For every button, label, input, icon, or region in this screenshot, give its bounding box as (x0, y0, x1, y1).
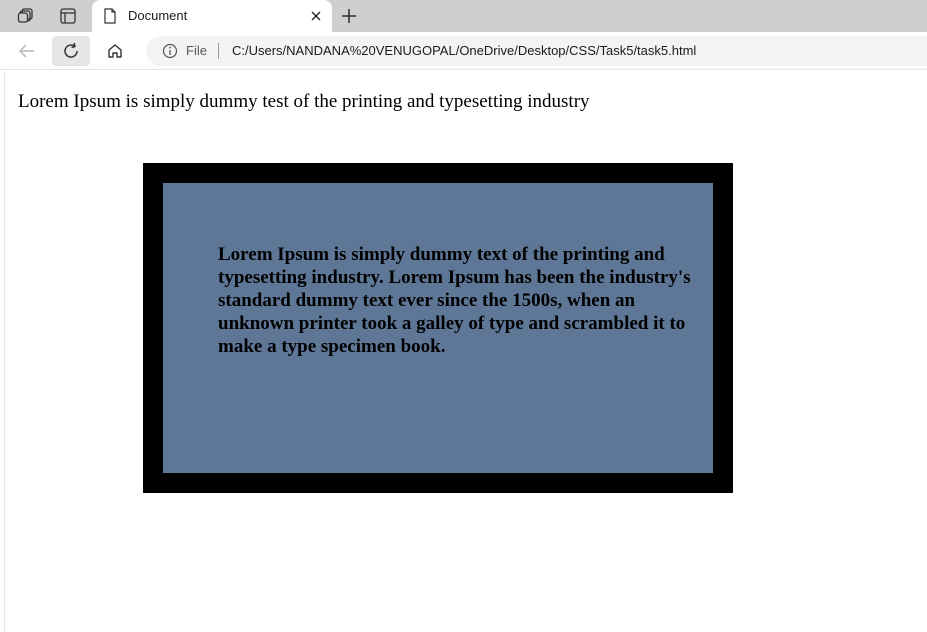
refresh-button[interactable] (52, 36, 90, 66)
info-icon[interactable] (162, 43, 178, 59)
tab-document[interactable]: Document (92, 0, 332, 32)
scheme-label: File (186, 43, 207, 58)
tab-title: Document (128, 8, 188, 23)
plus-icon (341, 8, 357, 24)
box-inner: Lorem Ipsum is simply dummy text of the … (163, 183, 713, 473)
url-text[interactable]: C:/Users/NANDANA%20VENUGOPAL/OneDrive/De… (232, 43, 696, 58)
tab-actions-icon (59, 7, 77, 25)
back-arrow-icon (18, 43, 36, 59)
refresh-icon (62, 42, 80, 60)
address-bar[interactable]: File C:/Users/NANDANA%20VENUGOPAL/OneDri… (146, 36, 927, 66)
bordered-box: Lorem Ipsum is simply dummy text of the … (143, 163, 733, 493)
tab-strip: Document (0, 0, 927, 32)
back-button[interactable] (8, 36, 46, 66)
close-tab-button[interactable] (306, 6, 326, 26)
home-icon (106, 42, 124, 60)
page-content: Lorem Ipsum is simply dummy test of the … (4, 71, 927, 632)
address-separator (218, 43, 219, 59)
tab-actions-button[interactable] (54, 4, 82, 28)
workspaces-button[interactable] (12, 4, 40, 28)
document-icon (103, 8, 117, 24)
workspaces-icon (17, 7, 35, 25)
box-paragraph: Lorem Ipsum is simply dummy text of the … (218, 244, 691, 357)
home-button[interactable] (96, 36, 134, 66)
new-tab-button[interactable] (336, 4, 362, 28)
intro-paragraph: Lorem Ipsum is simply dummy test of the … (18, 91, 590, 112)
toolbar: File C:/Users/NANDANA%20VENUGOPAL/OneDri… (0, 32, 927, 70)
close-icon (310, 10, 322, 22)
